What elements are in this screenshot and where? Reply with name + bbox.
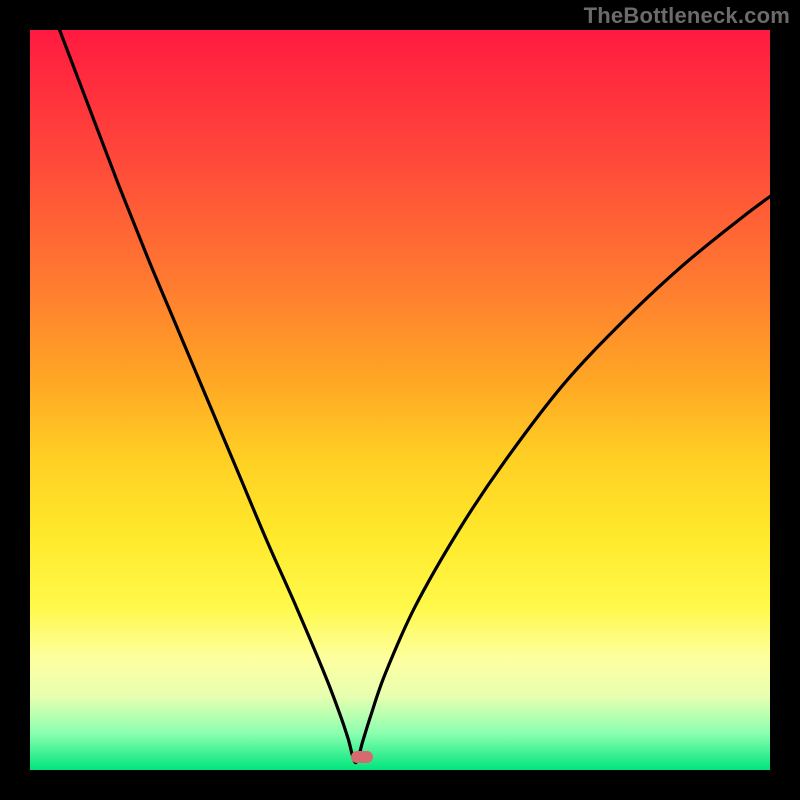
chart-frame: TheBottleneck.com	[0, 0, 800, 800]
bottleneck-minimum-marker	[351, 751, 373, 763]
bottleneck-curve	[30, 30, 770, 770]
chart-plot-area	[30, 30, 770, 770]
watermark-text: TheBottleneck.com	[584, 4, 790, 28]
